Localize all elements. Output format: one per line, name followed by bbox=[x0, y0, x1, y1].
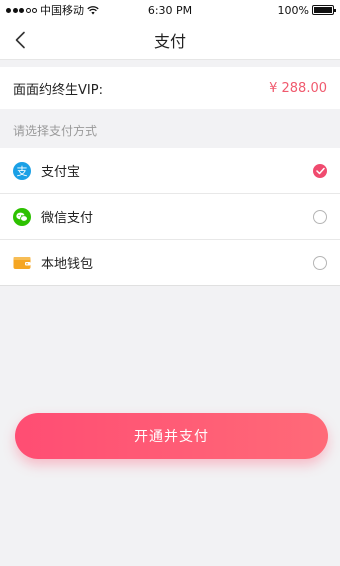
wallet-icon bbox=[13, 254, 31, 272]
carrier-signal: 中国移动 bbox=[6, 2, 278, 18]
radio-unselected[interactable] bbox=[313, 255, 327, 270]
chevron-left-icon bbox=[15, 31, 25, 49]
product-label: 面面约终生VIP: bbox=[13, 82, 103, 98]
price-value: ¥ 288.00 bbox=[269, 80, 327, 96]
carrier-name: 中国移动 bbox=[40, 4, 84, 17]
navigation-bar: 支付 bbox=[0, 20, 340, 60]
status-bar: 中国移动 6:30 PM 100% bbox=[0, 0, 340, 20]
alipay-icon: 支 bbox=[13, 161, 31, 180]
battery-percent: 100% bbox=[277, 3, 309, 17]
payment-option-wallet[interactable]: 本地钱包 bbox=[0, 240, 340, 286]
payment-option-wechat[interactable]: 微信支付 bbox=[0, 194, 340, 240]
payment-option-label: 支付宝 bbox=[41, 165, 81, 180]
radio-unselected[interactable] bbox=[313, 209, 327, 224]
activate-and-pay-button[interactable]: 开通并支付 bbox=[15, 413, 328, 459]
check-icon bbox=[315, 167, 325, 174]
battery-icon bbox=[312, 5, 336, 15]
order-summary: 面面约终生VIP: ¥ 288.00 bbox=[0, 67, 340, 109]
page-title: 支付 bbox=[153, 31, 186, 51]
wifi-icon bbox=[87, 5, 99, 14]
payment-option-alipay[interactable]: 支 支付宝 bbox=[0, 148, 340, 194]
payment-method-list: 支 支付宝 微信支付 本地钱包 bbox=[0, 148, 340, 286]
payment-method-hint: 请选择支付方式 bbox=[13, 124, 98, 138]
payment-option-label: 微信支付 bbox=[41, 211, 94, 226]
payment-option-label: 本地钱包 bbox=[41, 257, 94, 272]
svg-text:支: 支 bbox=[17, 165, 28, 178]
battery-fill bbox=[314, 7, 332, 13]
back-button[interactable] bbox=[8, 28, 32, 52]
radio-selected[interactable] bbox=[313, 163, 327, 178]
wechat-pay-icon bbox=[13, 207, 31, 226]
signal-strength-icon bbox=[6, 7, 37, 13]
